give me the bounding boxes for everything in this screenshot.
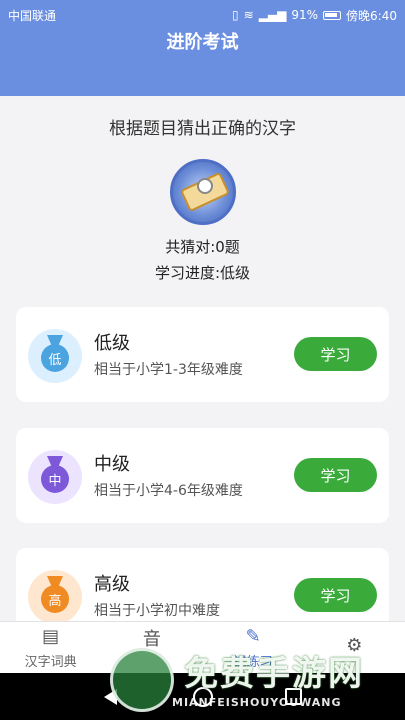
- wifi-icon: ≋: [243, 8, 254, 22]
- progress-text: 学习进度:低级: [154, 264, 251, 282]
- recent-apps-icon[interactable]: [285, 688, 302, 705]
- medal-text: 中: [41, 465, 69, 493]
- status-bar: 中国联通 ▯ ≋ ▂▄▆ 91% 傍晚6:40: [0, 0, 405, 30]
- level-desc: 相当于小学初中难度: [94, 603, 220, 619]
- home-icon[interactable]: [193, 687, 213, 707]
- system-nav-bar: [0, 673, 405, 720]
- level-name: 高级: [94, 574, 130, 595]
- study-button-low[interactable]: 学习: [294, 337, 377, 371]
- level-name: 中级: [94, 454, 130, 475]
- mascot-avatar: [170, 159, 236, 225]
- tab-dictionary[interactable]: ▤ 汉字词典: [0, 622, 101, 673]
- study-button-high[interactable]: 学习: [294, 578, 377, 612]
- correct-count: 共猜对:0题: [165, 238, 240, 256]
- vibrate-icon: ▯: [232, 8, 239, 22]
- prompt-text: 根据题目猜出正确的汉字: [109, 119, 296, 139]
- level-card-mid: 中 中级 相当于小学4-6年级难度 学习: [16, 428, 389, 523]
- battery-percent: 91%: [291, 8, 319, 22]
- tab-pinyin[interactable]: 音: [101, 622, 202, 673]
- tab-label: 汉字词典: [24, 655, 77, 670]
- battery-icon: [323, 10, 342, 20]
- app-header: 进阶考试: [0, 30, 405, 96]
- clock: 傍晚6:40: [346, 8, 397, 23]
- gear-icon: ⚙: [346, 635, 363, 656]
- level-desc: 相当于小学1-3年级难度: [94, 362, 243, 378]
- back-icon[interactable]: [104, 689, 117, 705]
- page-title: 进阶考试: [166, 32, 239, 53]
- signal-icon: ▂▄▆: [258, 8, 287, 22]
- tab-settings[interactable]: ⚙: [304, 622, 405, 673]
- dictionary-icon: ▤: [42, 625, 60, 647]
- mid-medal-icon: 中: [28, 450, 82, 504]
- ball-image: [197, 178, 213, 194]
- tab-guess[interactable]: ✎ 课练习: [203, 622, 304, 673]
- level-desc: 相当于小学4-6年级难度: [94, 483, 243, 499]
- pinyin-icon: 音: [142, 629, 161, 650]
- tab-label: [150, 653, 154, 668]
- guess-icon: ✎: [245, 625, 261, 647]
- medal-text: 低: [41, 344, 69, 372]
- level-name: 低级: [94, 333, 130, 354]
- high-medal-icon: 高: [28, 570, 82, 624]
- study-button-mid[interactable]: 学习: [294, 458, 377, 492]
- tab-label: 课练习: [233, 655, 273, 670]
- bottom-tab-bar: ▤ 汉字词典 音 ✎ 课练习 ⚙: [0, 621, 405, 673]
- level-card-low: 低 低级 相当于小学1-3年级难度 学习: [16, 307, 389, 402]
- medal-text: 高: [41, 585, 69, 613]
- carrier-label: 中国联通: [8, 8, 57, 23]
- low-medal-icon: 低: [28, 329, 82, 383]
